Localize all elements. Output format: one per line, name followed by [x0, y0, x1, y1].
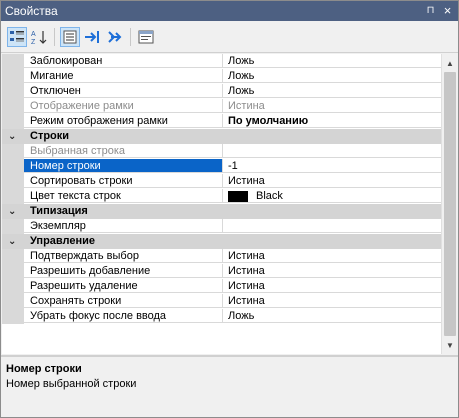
property-row[interactable]: Заблокирован Ложь — [2, 54, 441, 69]
title-bar-buttons: ⊓ × — [424, 3, 454, 18]
category-row-typing[interactable]: ⌄ Типизация — [2, 204, 441, 219]
category-label: Управление — [30, 235, 96, 247]
category-label: Типизация — [30, 205, 88, 217]
scroll-thumb[interactable] — [444, 72, 456, 336]
property-name: Выбранная строка — [24, 144, 223, 158]
close-icon[interactable]: × — [441, 3, 454, 18]
property-row[interactable]: Цвет текста строк Black — [2, 189, 441, 204]
chevron-down-icon[interactable]: ⌄ — [8, 129, 16, 144]
toolbar-separator — [130, 28, 131, 46]
property-row[interactable]: Убрать фокус после ввода Ложь — [2, 309, 441, 324]
double-arrow-icon — [108, 31, 122, 43]
property-value[interactable]: Ложь — [223, 309, 441, 323]
property-name: Разрешить добавление — [24, 264, 223, 278]
property-row[interactable]: Отображение рамки Истина — [2, 99, 441, 114]
svg-text:Z: Z — [31, 39, 36, 45]
property-name: Цвет текста строк — [24, 189, 223, 203]
property-row[interactable]: Мигание Ложь — [2, 69, 441, 84]
property-value[interactable]: Ложь — [223, 54, 441, 68]
properties-window: Свойства ⊓ × A Z Заблокирован Ложь Миган… — [0, 0, 459, 418]
property-row-selected[interactable]: Номер строки -1 — [2, 159, 441, 174]
toolbar-separator — [54, 28, 55, 46]
property-name: Разрешить удаление — [24, 279, 223, 293]
category-row-control[interactable]: ⌄ Управление — [2, 234, 441, 249]
property-name: Отображение рамки — [24, 99, 223, 113]
property-value[interactable]: Black — [223, 189, 441, 203]
window-title: Свойства — [5, 4, 58, 18]
property-value[interactable]: Ложь — [223, 84, 441, 98]
property-value[interactable]: Истина — [223, 99, 441, 113]
property-name: Подтверждать выбор — [24, 249, 223, 263]
property-row[interactable]: Разрешить добавление Истина — [2, 264, 441, 279]
property-row[interactable]: Режим отображения рамки По умолчанию — [2, 114, 441, 129]
jump-button[interactable] — [105, 27, 125, 47]
properties-list-icon — [63, 30, 77, 44]
property-name: Режим отображения рамки — [24, 114, 223, 128]
property-name: Сохранять строки — [24, 294, 223, 308]
property-name: Номер строки — [24, 159, 223, 173]
color-name: Black — [256, 190, 283, 202]
toolbar: A Z — [1, 22, 458, 53]
property-value[interactable]: По умолчанию — [223, 114, 441, 128]
properties-button[interactable] — [60, 27, 80, 47]
property-row[interactable]: Выбранная строка — [2, 144, 441, 159]
property-name: Убрать фокус после ввода — [24, 309, 223, 323]
description-text: Номер выбранной строки — [6, 378, 137, 390]
events-button[interactable] — [82, 27, 102, 47]
chevron-down-icon[interactable]: ⌄ — [8, 204, 16, 219]
svg-text:A: A — [31, 31, 36, 38]
property-name: Сортировать строки — [24, 174, 223, 188]
color-swatch — [228, 190, 248, 202]
property-value[interactable]: Истина — [223, 249, 441, 263]
sort-az-icon: A Z — [31, 31, 47, 45]
property-value[interactable]: Истина — [223, 174, 441, 188]
categorized-view-button[interactable] — [7, 27, 27, 47]
scroll-down-icon[interactable]: ▼ — [442, 337, 458, 353]
chevron-down-icon[interactable]: ⌄ — [8, 234, 16, 249]
property-row[interactable]: Сортировать строки Истина — [2, 174, 441, 189]
property-grid: Заблокирован Ложь Мигание Ложь Отключен … — [2, 54, 441, 354]
property-value[interactable] — [223, 144, 441, 158]
property-row[interactable]: Разрешить удаление Истина — [2, 279, 441, 294]
category-label: Строки — [30, 130, 70, 142]
property-name: Экземпляр — [24, 219, 223, 233]
vertical-scrollbar[interactable]: ▲ ▼ — [441, 54, 458, 354]
property-value[interactable]: Истина — [223, 279, 441, 293]
scroll-up-icon[interactable]: ▲ — [442, 55, 458, 71]
category-row-strings[interactable]: ⌄ Строки — [2, 129, 441, 144]
property-row[interactable]: Отключен Ложь — [2, 84, 441, 99]
title-bar: Свойства ⊓ × — [1, 1, 458, 21]
property-name: Мигание — [24, 69, 223, 83]
property-name: Заблокирован — [24, 54, 223, 68]
description-title: Номер строки — [6, 363, 82, 375]
property-name: Отключен — [24, 84, 223, 98]
description-panel: Номер строки Номер выбранной строки — [2, 357, 457, 417]
alphabetical-sort-button[interactable]: A Z — [29, 27, 49, 47]
arrow-right-bar-icon — [85, 31, 99, 43]
property-value[interactable]: -1 — [223, 159, 441, 173]
property-value[interactable]: Истина — [223, 294, 441, 308]
property-row[interactable]: Экземпляр — [2, 219, 441, 234]
property-row[interactable]: Подтверждать выбор Истина — [2, 249, 441, 264]
property-value[interactable] — [223, 219, 441, 233]
property-pages-button[interactable] — [136, 27, 156, 47]
property-value[interactable]: Истина — [223, 264, 441, 278]
categorized-icon — [10, 31, 24, 42]
window-form-icon — [138, 30, 154, 44]
pin-icon[interactable]: ⊓ — [424, 4, 437, 17]
property-value[interactable]: Ложь — [223, 69, 441, 83]
property-row[interactable]: Сохранять строки Истина — [2, 294, 441, 309]
